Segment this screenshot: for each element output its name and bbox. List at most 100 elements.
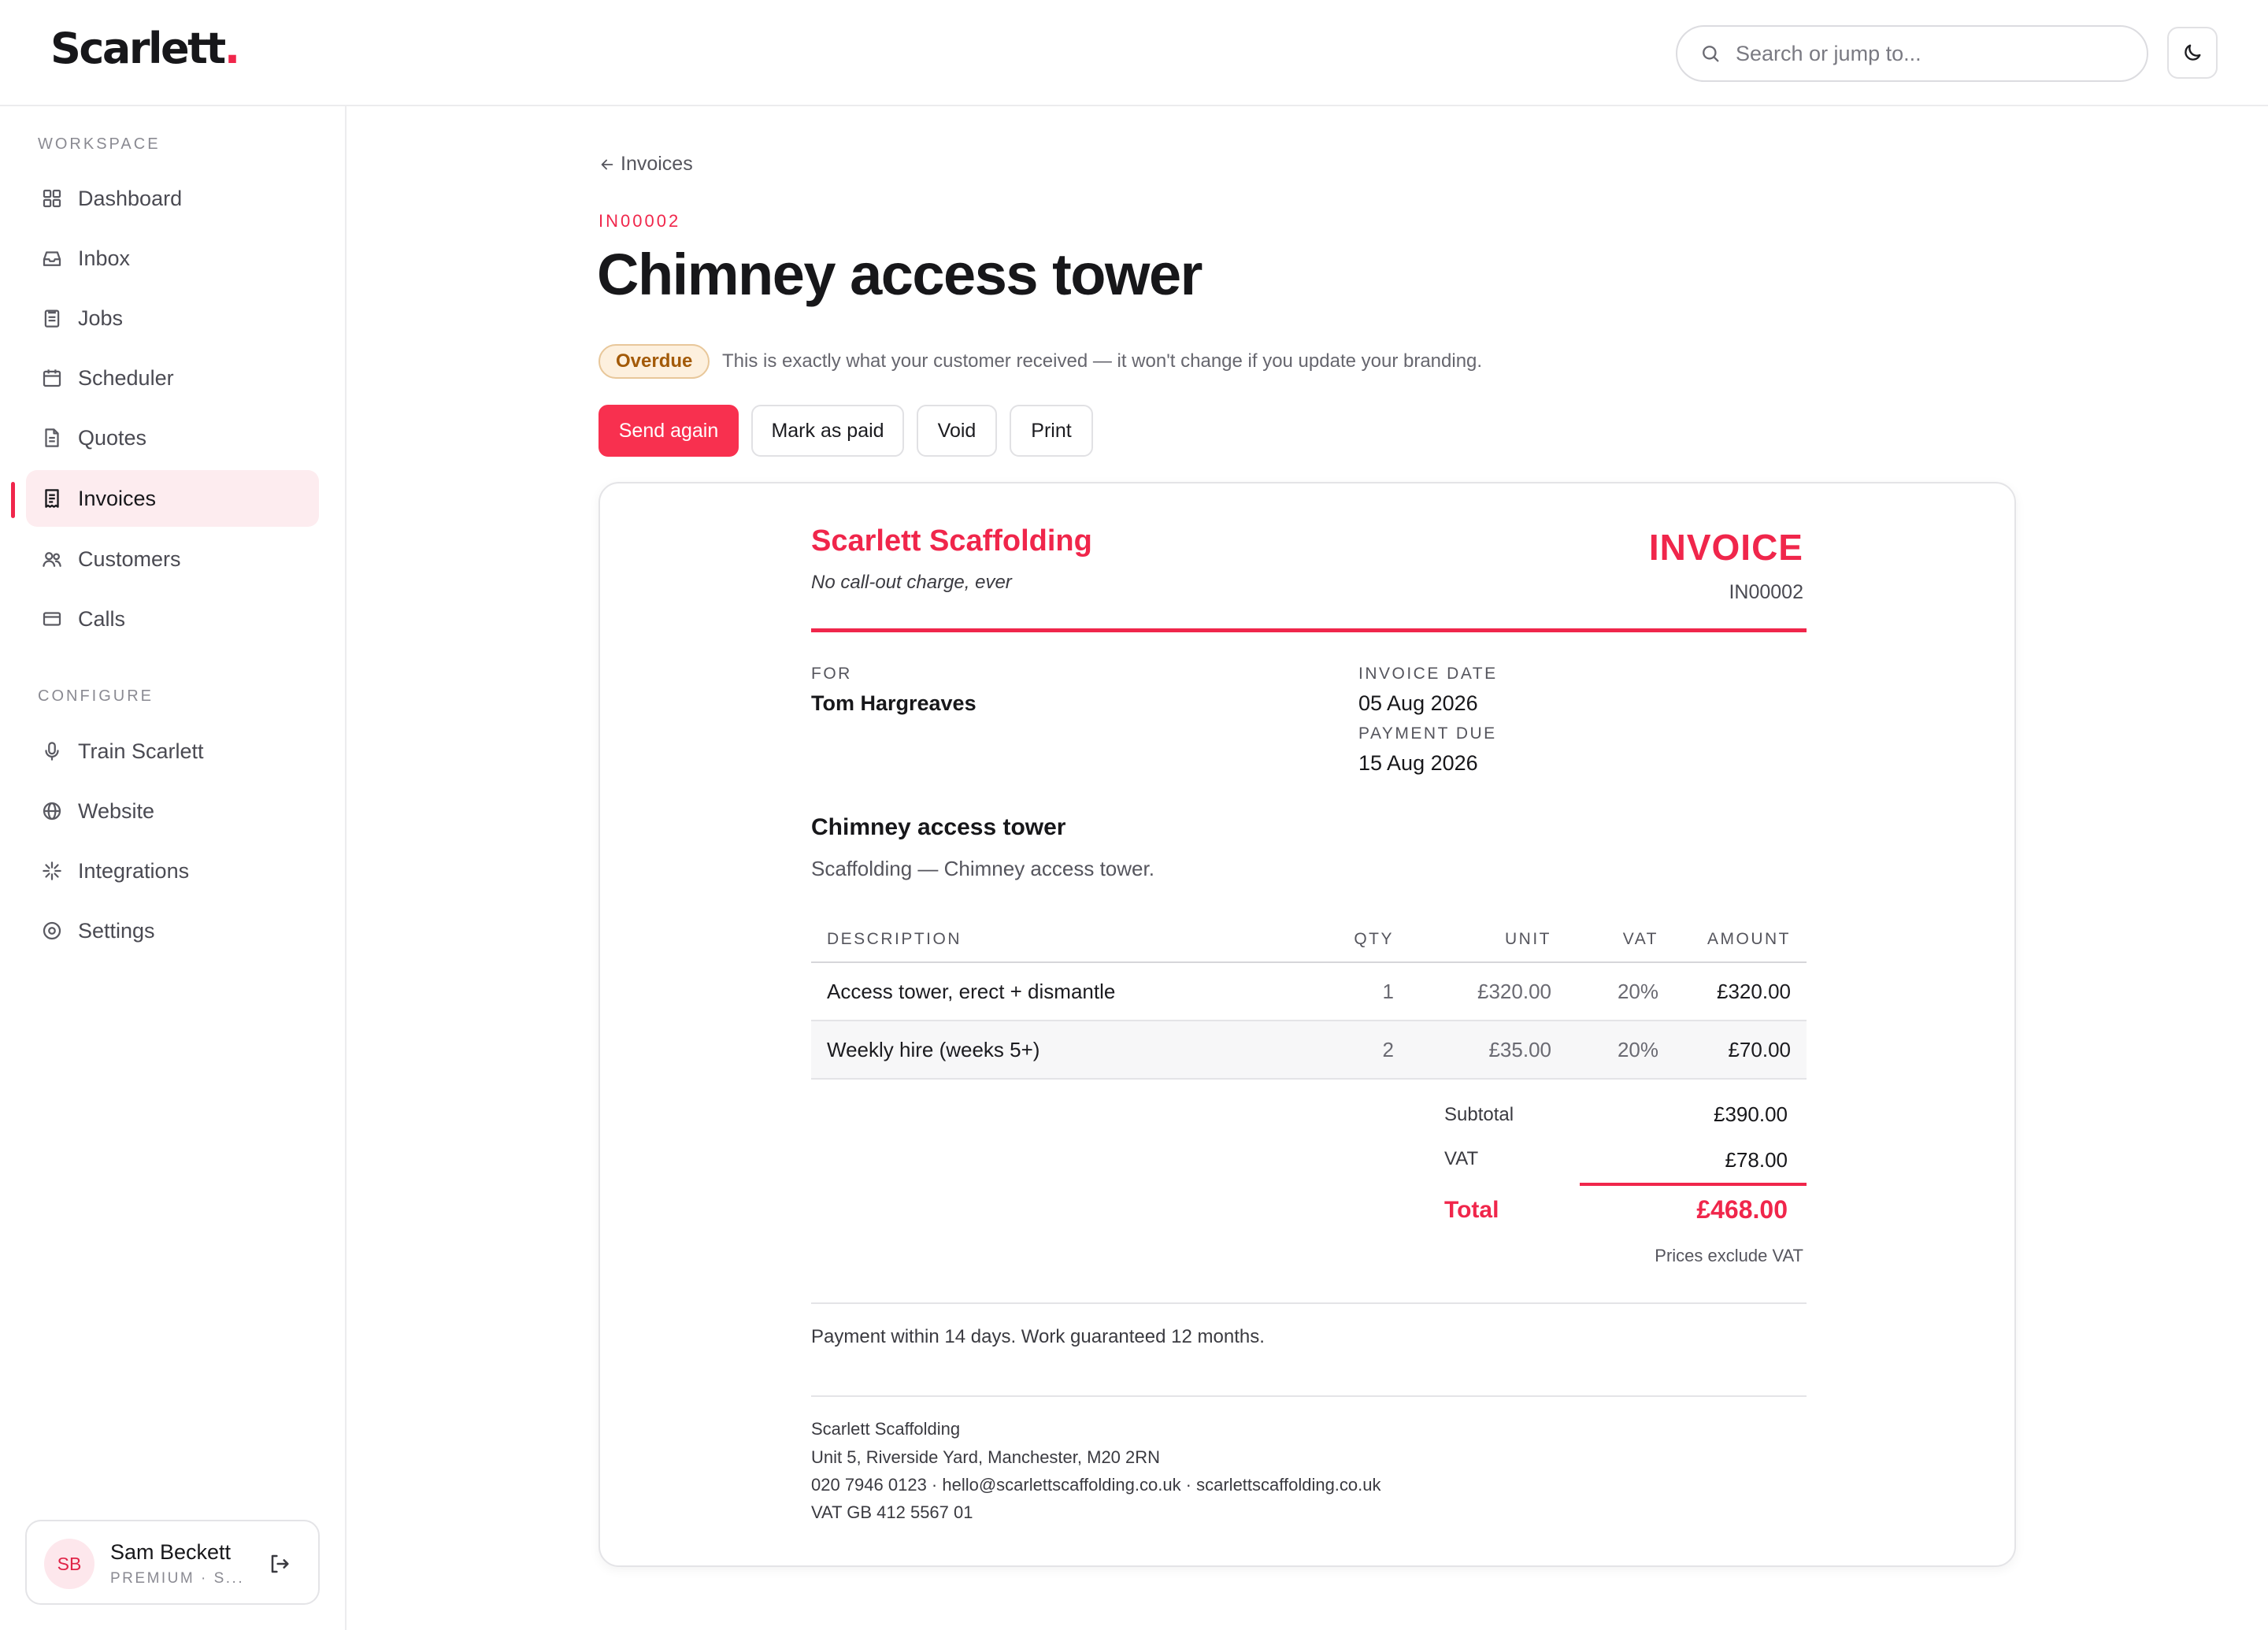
void-button[interactable]: Void bbox=[917, 405, 997, 457]
microphone-icon bbox=[40, 739, 64, 763]
sidebar-item-dashboard[interactable]: Dashboard bbox=[26, 170, 319, 227]
settings-icon bbox=[40, 919, 64, 943]
item-qty: 1 bbox=[1315, 962, 1410, 1021]
header-divider bbox=[811, 628, 1807, 632]
payment-terms: Payment within 14 days. Work guaranteed … bbox=[811, 1326, 1265, 1347]
invoice-date-label: INVOICE DATE bbox=[1358, 665, 1498, 683]
sidebar-item-label: Calls bbox=[78, 606, 126, 631]
payment-due-label: PAYMENT DUE bbox=[1358, 724, 1497, 743]
invoice-heading: INVOICE bbox=[1648, 527, 1803, 568]
sidebar-item-quotes[interactable]: Quotes bbox=[26, 409, 319, 466]
grid-icon bbox=[40, 187, 64, 210]
item-amount: £70.00 bbox=[1674, 1021, 1807, 1080]
search-icon bbox=[1699, 43, 1721, 65]
column-header-vat: VAT bbox=[1567, 917, 1674, 963]
sidebar-item-label: Jobs bbox=[78, 306, 124, 330]
table-row: Access tower, erect + dismantle 1 £320.0… bbox=[811, 962, 1807, 1021]
back-link-label: Invoices bbox=[621, 153, 693, 175]
invoice-preview: Scarlett Scaffolding No call-out charge,… bbox=[598, 482, 2016, 1567]
status-note: This is exactly what your customer recei… bbox=[722, 350, 1483, 372]
sidebar-item-website[interactable]: Website bbox=[26, 783, 319, 839]
user-plan: PREMIUM · S... bbox=[110, 1570, 245, 1587]
for-label: FOR bbox=[811, 665, 852, 683]
payment-due-date: 15 Aug 2026 bbox=[1358, 751, 1478, 775]
total-label: Total bbox=[1444, 1197, 1499, 1223]
arrow-left-icon bbox=[598, 156, 616, 173]
invoice-date: 05 Aug 2026 bbox=[1358, 691, 1478, 715]
sidebar-item-invoices[interactable]: Invoices bbox=[26, 470, 319, 527]
sidebar-item-train-scarlett[interactable]: Train Scarlett bbox=[26, 723, 319, 780]
logo-dot: . bbox=[224, 24, 241, 73]
vat-value: £78.00 bbox=[1725, 1148, 1788, 1172]
table-header-row: DESCRIPTION QTY UNIT VAT AMOUNT bbox=[811, 917, 1807, 963]
active-indicator bbox=[11, 482, 15, 518]
column-header-qty: QTY bbox=[1315, 917, 1410, 963]
receipt-icon bbox=[40, 487, 64, 510]
footer-vat-number: VAT GB 412 5567 01 bbox=[811, 1502, 973, 1522]
sidebar-item-label: Inbox bbox=[78, 246, 131, 270]
sidebar-item-settings[interactable]: Settings bbox=[26, 902, 319, 959]
document-reference: IN00002 bbox=[598, 211, 681, 231]
sidebar-item-label: Scheduler bbox=[78, 365, 174, 390]
workspace-section-label: WORKSPACE bbox=[38, 135, 161, 153]
footer-divider bbox=[811, 1395, 1807, 1397]
company-tagline: No call-out charge, ever bbox=[811, 572, 1012, 593]
sidebar-item-label: Train Scarlett bbox=[78, 739, 204, 763]
item-vat: 20% bbox=[1567, 962, 1674, 1021]
footer-contact: 020 7946 0123 · hello@scarlettscaffoldin… bbox=[811, 1475, 1381, 1495]
item-unit-price: £320.00 bbox=[1410, 962, 1567, 1021]
sidebar-item-label: Settings bbox=[78, 918, 155, 943]
sidebar-item-label: Quotes bbox=[78, 425, 147, 450]
logout-button[interactable] bbox=[266, 1551, 291, 1576]
sidebar-item-label: Dashboard bbox=[78, 186, 183, 210]
app-logo[interactable]: Scarlett. bbox=[50, 24, 241, 73]
table-row: Weekly hire (weeks 5+) 2 £35.00 20% £70.… bbox=[811, 1021, 1807, 1080]
send-again-button[interactable]: Send again bbox=[598, 405, 739, 457]
sidebar-item-label: Invoices bbox=[78, 486, 157, 510]
sparkle-icon bbox=[40, 859, 64, 883]
sidebar-item-integrations[interactable]: Integrations bbox=[26, 843, 319, 899]
customer-name: Tom Hargreaves bbox=[811, 691, 976, 715]
company-name: Scarlett Scaffolding bbox=[811, 524, 1092, 558]
line-items-table: DESCRIPTION QTY UNIT VAT AMOUNT Access t… bbox=[811, 917, 1807, 1080]
mark-as-paid-button[interactable]: Mark as paid bbox=[751, 405, 904, 457]
total-divider bbox=[1580, 1183, 1807, 1186]
print-button[interactable]: Print bbox=[1010, 405, 1093, 457]
item-vat: 20% bbox=[1567, 1021, 1674, 1080]
terms-divider bbox=[811, 1302, 1807, 1304]
column-header-unit: UNIT bbox=[1410, 917, 1567, 963]
subtotal-value: £390.00 bbox=[1714, 1102, 1788, 1126]
vat-label: VAT bbox=[1444, 1148, 1479, 1169]
moon-icon bbox=[2181, 42, 2203, 64]
column-header-amount: AMOUNT bbox=[1674, 917, 1807, 963]
search-box[interactable] bbox=[1676, 25, 2148, 82]
sidebar-item-calls[interactable]: Calls bbox=[26, 591, 319, 647]
column-header-description: DESCRIPTION bbox=[811, 917, 1315, 963]
job-description: Scaffolding — Chimney access tower. bbox=[811, 857, 1154, 880]
search-input[interactable] bbox=[1736, 41, 2114, 66]
clipboard-icon bbox=[40, 306, 64, 330]
sidebar: WORKSPACE Dashboard Inbox Jobs Scheduler… bbox=[0, 106, 346, 1630]
sidebar-item-label: Website bbox=[78, 798, 155, 823]
back-link[interactable]: Invoices bbox=[598, 153, 693, 176]
user-card[interactable]: SB Sam Beckett PREMIUM · S... bbox=[25, 1520, 320, 1605]
inbox-icon bbox=[40, 246, 64, 270]
item-description: Weekly hire (weeks 5+) bbox=[811, 1021, 1315, 1080]
sidebar-item-label: Customers bbox=[78, 546, 181, 571]
sidebar-item-scheduler[interactable]: Scheduler bbox=[26, 350, 319, 406]
item-description: Access tower, erect + dismantle bbox=[811, 962, 1315, 1021]
total-value: £468.00 bbox=[1696, 1195, 1788, 1224]
page-title: Chimney access tower bbox=[597, 242, 1203, 307]
user-name: Sam Beckett bbox=[110, 1540, 232, 1564]
sidebar-item-customers[interactable]: Customers bbox=[26, 531, 319, 587]
calendar-icon bbox=[40, 366, 64, 390]
theme-toggle-button[interactable] bbox=[2167, 27, 2218, 79]
document-icon bbox=[40, 426, 64, 450]
subtotal-label: Subtotal bbox=[1444, 1104, 1514, 1125]
sidebar-item-jobs[interactable]: Jobs bbox=[26, 290, 319, 346]
status-badge: Overdue bbox=[598, 344, 710, 379]
globe-icon bbox=[40, 799, 64, 823]
sidebar-item-label: Integrations bbox=[78, 858, 190, 883]
footer-address: Unit 5, Riverside Yard, Manchester, M20 … bbox=[811, 1447, 1161, 1467]
sidebar-item-inbox[interactable]: Inbox bbox=[26, 230, 319, 287]
